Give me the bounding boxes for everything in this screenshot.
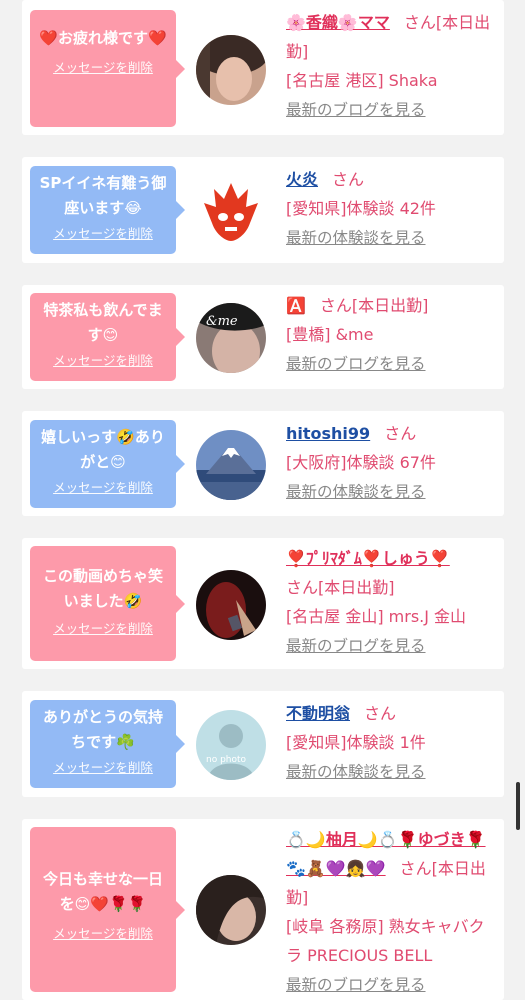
- message-card: 今日も幸せな一日を😊❤️🌹🌹 メッセージを削除 💍🌙柚月🌙💍🌹ゆづき🌹🐾🧸💜👧💜…: [22, 819, 504, 1000]
- delete-message-link[interactable]: メッセージを削除: [30, 618, 176, 637]
- latest-post-link[interactable]: 最新のブログを見る: [286, 96, 498, 125]
- latest-review-link[interactable]: 最新の体験談を見る: [286, 478, 498, 507]
- sender-location: [名古屋 港区] Shaka: [286, 71, 438, 90]
- latest-review-link[interactable]: 最新の体験談を見る: [286, 224, 498, 253]
- message-card: SPイイネ有難う御座います😂 メッセージを削除 火炎 さん [愛知県]体験談 42…: [22, 157, 504, 263]
- latest-post-link[interactable]: 最新のブログを見る: [286, 350, 498, 379]
- message-card: ありがとうの気持ちです☘️ メッセージを削除 no photo 不動明翁 さん […: [22, 691, 504, 797]
- message-text: ❤️お疲れ様です❤️: [39, 29, 167, 47]
- sender-name-link[interactable]: hitoshi99: [286, 424, 370, 443]
- latest-post-link[interactable]: 最新のブログを見る: [286, 632, 498, 661]
- message-card: この動画めちゃ笑いました🤣 メッセージを削除 ❣️ﾌﾟﾘﾏﾀﾞﾑ❣️しゅう❣️ …: [22, 538, 504, 669]
- latest-review-link[interactable]: 最新の体験談を見る: [286, 758, 498, 787]
- delete-message-link[interactable]: メッセージを削除: [30, 477, 176, 496]
- sender-suffix: さん: [364, 704, 397, 723]
- message-card: 嬉しいっす🤣ありがと😊 メッセージを削除 hitoshi99 さん [大阪府]体験…: [22, 411, 504, 516]
- avatar[interactable]: no photo: [196, 710, 266, 780]
- latest-post-link[interactable]: 最新のブログを見る: [286, 971, 498, 1000]
- sender-suffix: さん: [332, 170, 365, 189]
- scrollbar[interactable]: [516, 782, 520, 830]
- message-bubble: ありがとうの気持ちです☘️ メッセージを削除: [30, 700, 185, 788]
- message-card: ❤️お疲れ様です❤️ メッセージを削除 🌸香織🌸ママ さん[本日出勤] [名古屋 …: [22, 0, 504, 135]
- sender-name-link[interactable]: 🅰️: [286, 296, 306, 315]
- delete-message-link[interactable]: メッセージを削除: [30, 923, 176, 942]
- sender-location: [豊橋] &me: [286, 325, 374, 344]
- message-text: ありがとうの気持ちです☘️: [42, 708, 163, 751]
- message-text: この動画めちゃ笑いました🤣: [42, 567, 163, 610]
- delete-message-link[interactable]: メッセージを削除: [30, 57, 176, 76]
- sender-name-link[interactable]: 火炎: [286, 170, 318, 189]
- sender-location: [大阪府]体験談 67件: [286, 453, 436, 472]
- avatar-logo-text: &me: [206, 314, 238, 329]
- sender-info: hitoshi99 さん [大阪府]体験談 67件 最新の体験談を見る: [286, 419, 498, 507]
- sender-info: 💍🌙柚月🌙💍🌹ゆづき🌹🐾🧸💜👧💜 さん[本日出勤] [岐阜 各務原] 熟女キャバク…: [286, 825, 498, 1000]
- message-text: SPイイネ有難う御座います😂: [39, 174, 167, 217]
- sender-info: 🌸香織🌸ママ さん[本日出勤] [名古屋 港区] Shaka 最新のブログを見る: [286, 8, 498, 125]
- message-bubble: 嬉しいっす🤣ありがと😊 メッセージを削除: [30, 420, 185, 508]
- sender-suffix: さん: [384, 424, 417, 443]
- message-text: 嬉しいっす🤣ありがと😊: [41, 428, 165, 471]
- sender-info: ❣️ﾌﾟﾘﾏﾀﾞﾑ❣️しゅう❣️ さん[本日出勤] [名古屋 金山] mrs.J…: [286, 544, 498, 661]
- delete-message-link[interactable]: メッセージを削除: [30, 223, 176, 242]
- sender-location: [岐阜 各務原] 熟女キャバクラ PRECIOUS BELL: [286, 917, 485, 965]
- sender-suffix: さん[本日出勤]: [286, 578, 395, 597]
- message-text: 特茶私も飲んでます😊: [43, 301, 163, 344]
- sender-info: 火炎 さん [愛知県]体験談 42件 最新の体験談を見る: [286, 165, 498, 253]
- delete-message-link[interactable]: メッセージを削除: [30, 757, 176, 776]
- avatar[interactable]: &me: [196, 303, 266, 373]
- sender-info: 不動明翁 さん [愛知県]体験談 1件 最新の体験談を見る: [286, 699, 498, 787]
- sender-location: [愛知県]体験談 42件: [286, 199, 436, 218]
- sender-location: [愛知県]体験談 1件: [286, 733, 426, 752]
- sender-name-link[interactable]: 🌸香織🌸ママ: [286, 13, 390, 32]
- message-list: ❤️お疲れ様です❤️ メッセージを削除 🌸香織🌸ママ さん[本日出勤] [名古屋 …: [0, 0, 525, 1000]
- message-text: 今日も幸せな一日を😊❤️🌹🌹: [42, 870, 163, 913]
- message-bubble: SPイイネ有難う御座います😂 メッセージを削除: [30, 166, 185, 254]
- message-bubble: ❤️お疲れ様です❤️ メッセージを削除: [30, 10, 185, 127]
- avatar[interactable]: [196, 430, 266, 500]
- message-bubble: 特茶私も飲んでます😊 メッセージを削除: [30, 293, 185, 381]
- sender-name-link[interactable]: 不動明翁: [286, 704, 350, 723]
- avatar[interactable]: [196, 35, 266, 105]
- message-card: 特茶私も飲んでます😊 メッセージを削除 &me 🅰️ さん[本日出勤] [豊橋] …: [22, 285, 504, 389]
- avatar[interactable]: [196, 570, 266, 640]
- message-bubble: この動画めちゃ笑いました🤣 メッセージを削除: [30, 546, 185, 661]
- sender-info: 🅰️ さん[本日出勤] [豊橋] &me 最新のブログを見る: [286, 291, 498, 379]
- avatar[interactable]: [196, 875, 266, 945]
- sender-suffix: さん[本日出勤]: [319, 296, 429, 315]
- sender-location: [名古屋 金山] mrs.J 金山: [286, 607, 467, 626]
- message-bubble: 今日も幸せな一日を😊❤️🌹🌹 メッセージを削除: [30, 827, 185, 992]
- no-photo-label: no photo: [206, 755, 247, 765]
- delete-message-link[interactable]: メッセージを削除: [30, 350, 176, 369]
- sender-name-link[interactable]: ❣️ﾌﾟﾘﾏﾀﾞﾑ❣️しゅう❣️: [286, 549, 450, 568]
- avatar[interactable]: [196, 177, 266, 247]
